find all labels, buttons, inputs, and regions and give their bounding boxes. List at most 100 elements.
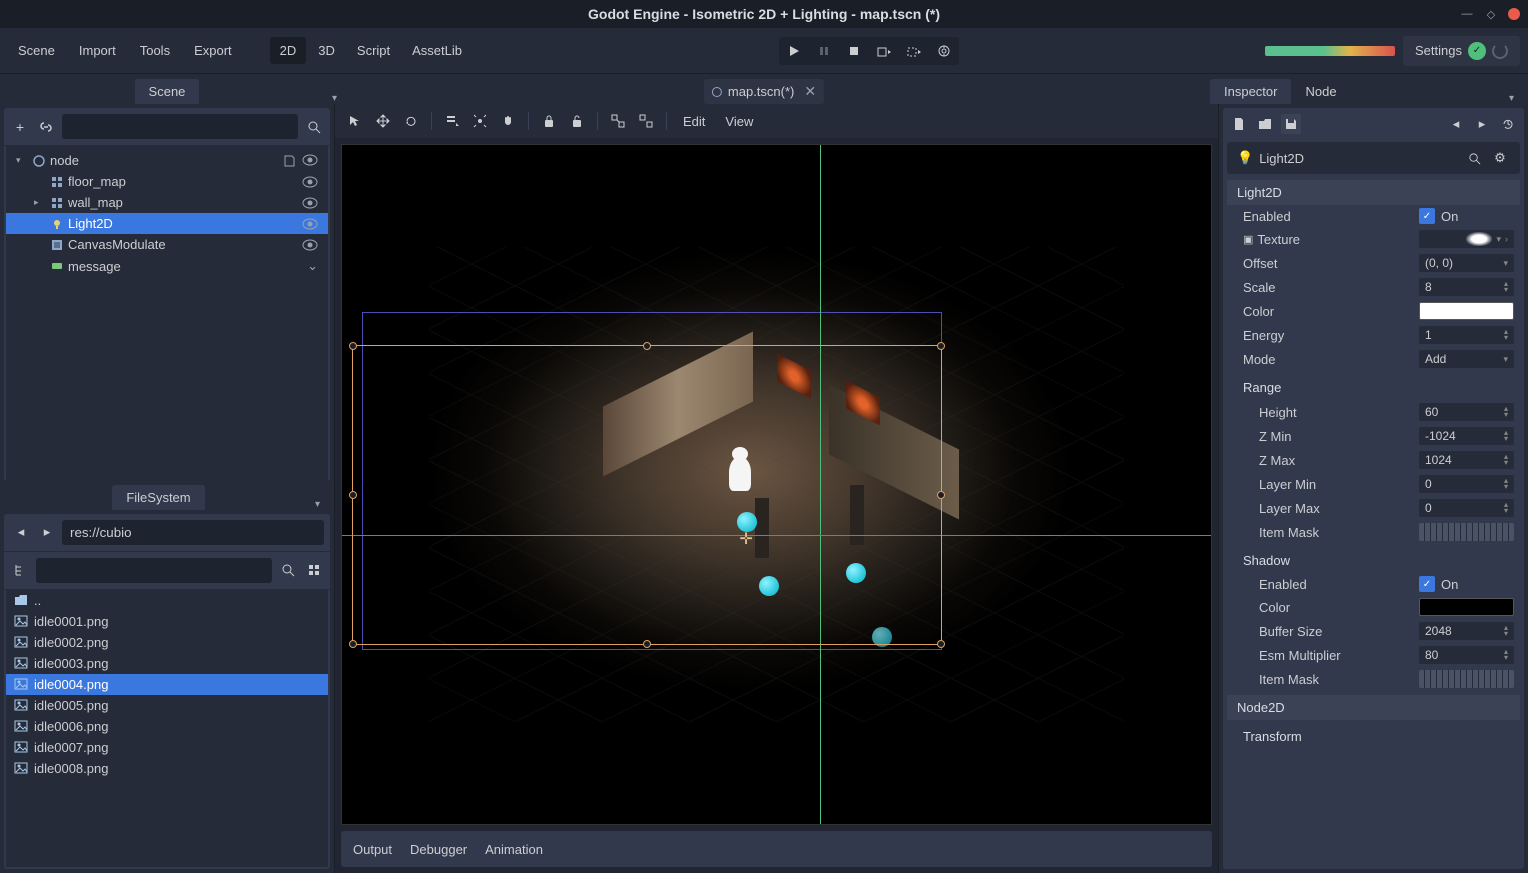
scene-node-light2d[interactable]: Light2D: [6, 213, 328, 234]
scene-node-canvasmodulate[interactable]: CanvasModulate: [6, 234, 328, 255]
visibility-icon[interactable]: [298, 197, 322, 209]
viewport[interactable]: ✛: [341, 144, 1212, 825]
prop-zmin-field[interactable]: -1024▴▾: [1419, 427, 1514, 445]
scene-node-node[interactable]: ▾ node: [6, 150, 328, 171]
menu-scene[interactable]: Scene: [8, 37, 65, 64]
prop-enabled-checkbox[interactable]: ✓On: [1419, 208, 1514, 224]
fs-forward-icon[interactable]: ▸: [36, 521, 58, 543]
prop-energy-field[interactable]: 1▴▾: [1419, 326, 1514, 344]
section-range[interactable]: Range: [1227, 375, 1520, 400]
visibility-icon[interactable]: [298, 218, 322, 230]
link-scene-icon[interactable]: [36, 117, 56, 137]
tree-toggle-icon[interactable]: ▾: [16, 155, 28, 166]
scene-dock-tab[interactable]: Scene: [135, 79, 200, 104]
history-next-icon[interactable]: ▸: [1472, 114, 1492, 134]
select-tool-icon[interactable]: [343, 109, 367, 133]
prop-scale-field[interactable]: 8▴▾: [1419, 278, 1514, 296]
history-icon[interactable]: [1498, 114, 1518, 134]
unlock-icon[interactable]: [565, 109, 589, 133]
pivot-tool-icon[interactable]: [468, 109, 492, 133]
fs-back-icon[interactable]: ◂: [10, 521, 32, 543]
search-icon[interactable]: [304, 117, 324, 137]
prop-mode-field[interactable]: Add▾: [1419, 350, 1514, 368]
inspector-dock-tab[interactable]: Inspector: [1210, 79, 1291, 104]
minimize-button[interactable]: —: [1460, 7, 1474, 21]
prop-color-field[interactable]: [1419, 302, 1514, 320]
file-idle0008-png[interactable]: idle0008.png: [6, 758, 328, 779]
fs-grid-icon[interactable]: [304, 560, 324, 580]
fs-path-input[interactable]: [62, 520, 324, 545]
gear-icon[interactable]: ⚙: [1490, 148, 1510, 168]
viewport-view-menu[interactable]: View: [717, 110, 761, 133]
visibility-icon[interactable]: [298, 154, 322, 168]
prop-zmax-field[interactable]: 1024▴▾: [1419, 451, 1514, 469]
file-idle0005-png[interactable]: idle0005.png: [6, 695, 328, 716]
maximize-button[interactable]: ◇: [1484, 7, 1498, 21]
play-button[interactable]: [779, 37, 809, 65]
rotate-tool-icon[interactable]: [399, 109, 423, 133]
viewport-edit-menu[interactable]: Edit: [675, 110, 713, 133]
scene-node-message[interactable]: message⌄: [6, 255, 328, 277]
file-idle0007-png[interactable]: idle0007.png: [6, 737, 328, 758]
bottom-tab-debugger[interactable]: Debugger: [410, 842, 467, 857]
file-idle0001-png[interactable]: idle0001.png: [6, 611, 328, 632]
prop-shadow-itemmask-field[interactable]: [1419, 670, 1514, 688]
list-select-icon[interactable]: [440, 109, 464, 133]
visibility-icon[interactable]: [298, 176, 322, 188]
workspace-tab-script[interactable]: Script: [347, 37, 400, 64]
node-dock-tab[interactable]: Node: [1291, 79, 1350, 104]
prop-texture-field[interactable]: ▾›: [1419, 230, 1514, 248]
file-idle0004-png[interactable]: idle0004.png: [6, 674, 328, 695]
add-node-icon[interactable]: +: [10, 117, 30, 137]
prop-layermax-field[interactable]: 0▴▾: [1419, 499, 1514, 517]
menu-export[interactable]: Export: [184, 37, 242, 64]
prop-offset-field[interactable]: (0, 0)▾: [1419, 254, 1514, 272]
inspector-object-header[interactable]: 💡 Light2D ⚙: [1227, 142, 1520, 174]
dock-options-icon[interactable]: ▾: [1503, 93, 1520, 104]
inspector-body[interactable]: Light2D Enabled✓On ▣Texture▾› Offset(0, …: [1223, 176, 1524, 869]
prop-height-field[interactable]: 60▴▾: [1419, 403, 1514, 421]
file-idle0002-png[interactable]: idle0002.png: [6, 632, 328, 653]
bottom-tab-output[interactable]: Output: [353, 842, 392, 857]
section-shadow[interactable]: Shadow: [1227, 548, 1520, 573]
settings-button[interactable]: Settings ✓: [1403, 36, 1520, 66]
stop-button[interactable]: [839, 37, 869, 65]
prop-itemmask-field[interactable]: [1419, 523, 1514, 541]
play-custom-scene-button[interactable]: [899, 37, 929, 65]
menu-import[interactable]: Import: [69, 37, 126, 64]
bottom-tab-animation[interactable]: Animation: [485, 842, 543, 857]
prop-buffer-field[interactable]: 2048▴▾: [1419, 622, 1514, 640]
save-resource-icon[interactable]: [1281, 114, 1301, 134]
file-idle0006-png[interactable]: idle0006.png: [6, 716, 328, 737]
chevron-down-icon[interactable]: ⌄: [303, 258, 322, 274]
load-resource-icon[interactable]: [1255, 114, 1275, 134]
visibility-icon[interactable]: [298, 239, 322, 251]
script-icon[interactable]: [280, 154, 298, 168]
close-scene-icon[interactable]: ✕: [804, 83, 816, 100]
dock-options-icon[interactable]: ▾: [326, 93, 343, 104]
fs-filter-input[interactable]: [36, 558, 272, 583]
ungroup-icon[interactable]: [634, 109, 658, 133]
remote-debug-button[interactable]: [929, 37, 959, 65]
file--[interactable]: ..: [6, 590, 328, 611]
open-scene-tab[interactable]: map.tscn(*) ✕: [704, 79, 824, 104]
section-node2d[interactable]: Node2D: [1227, 695, 1520, 720]
prop-layermin-field[interactable]: 0▴▾: [1419, 475, 1514, 493]
file-idle0003-png[interactable]: idle0003.png: [6, 653, 328, 674]
prop-shadow-color-field[interactable]: [1419, 598, 1514, 616]
search-icon[interactable]: [1464, 148, 1484, 168]
lock-icon[interactable]: [537, 109, 561, 133]
play-scene-button[interactable]: [869, 37, 899, 65]
menu-tools[interactable]: Tools: [130, 37, 180, 64]
close-button[interactable]: [1508, 8, 1520, 20]
history-prev-icon[interactable]: ◂: [1446, 114, 1466, 134]
pause-button[interactable]: [809, 37, 839, 65]
group-icon[interactable]: [606, 109, 630, 133]
section-transform[interactable]: Transform: [1227, 724, 1520, 749]
pan-tool-icon[interactable]: [496, 109, 520, 133]
workspace-tab-2d[interactable]: 2D: [270, 37, 307, 64]
prop-shadow-enabled-checkbox[interactable]: ✓On: [1419, 576, 1514, 592]
new-resource-icon[interactable]: [1229, 114, 1249, 134]
selection-box[interactable]: [352, 345, 942, 645]
move-tool-icon[interactable]: [371, 109, 395, 133]
